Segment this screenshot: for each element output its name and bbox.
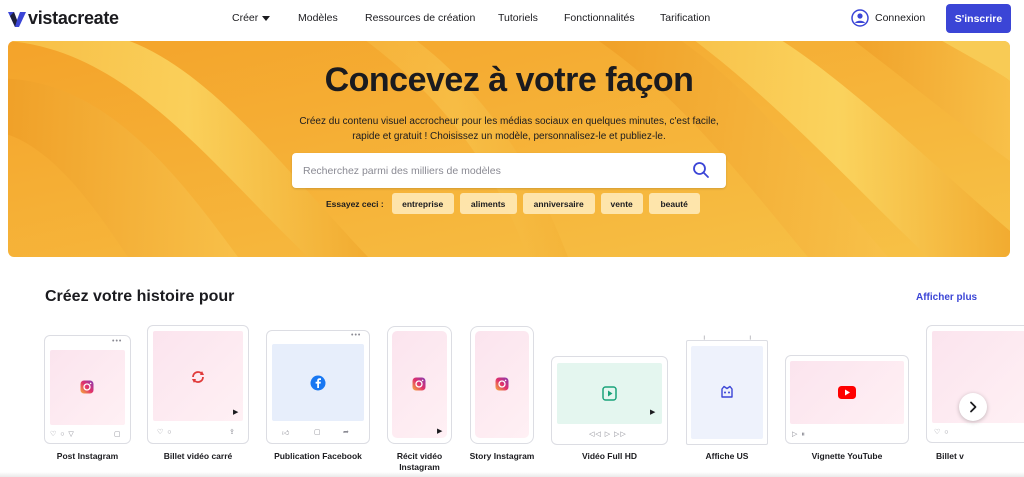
- menu-label: Tutoriels: [498, 12, 538, 24]
- menu-item-creer[interactable]: Créer: [232, 12, 298, 24]
- player-controls-icon: ▷ ⏸: [792, 431, 806, 438]
- suggestion-chip[interactable]: entreprise: [391, 193, 454, 214]
- suggestions: Essayez ceci : entreprise aliments anniv…: [326, 193, 706, 214]
- share-icon: ⇪: [229, 429, 236, 436]
- format-card-vignette-youtube[interactable]: ▷ ⏸ Vignette YouTube: [785, 355, 909, 465]
- hero-title: Concevez à votre façon: [324, 61, 694, 99]
- card-label: Billet vidéo carré: [163, 451, 233, 461]
- login-link[interactable]: Connexion: [851, 9, 925, 27]
- logo-icon: [8, 11, 26, 27]
- user-icon: [851, 9, 869, 27]
- search-button[interactable]: [692, 161, 710, 184]
- suggestion-chip[interactable]: vente: [600, 193, 643, 214]
- chevron-down-icon: [262, 15, 271, 21]
- suggestion-chip[interactable]: aliments: [459, 193, 517, 214]
- refresh-icon: [192, 371, 204, 383]
- card-label: Publication Facebook: [274, 451, 362, 461]
- menu-label: Fonctionnalités: [564, 12, 635, 24]
- format-card-billet-video-carre[interactable]: ▶ ♡ ○ ⇪ Billet vidéo carré: [147, 325, 249, 461]
- play-icon: ▶: [233, 409, 240, 416]
- top-navigation: vistacreate Créer Modèles Ressources de …: [0, 0, 1024, 38]
- menu-label: Créer: [232, 12, 259, 24]
- bottom-shadow: [0, 472, 1024, 477]
- menu-item-fonctionnalites[interactable]: Fonctionnalités: [564, 12, 660, 24]
- section-title: Créez votre histoire pour: [45, 288, 235, 305]
- pin-icon: ╷: [748, 333, 754, 340]
- format-card-affiche-us[interactable]: ╷ ╷ Affiche US: [686, 333, 768, 465]
- suggestion-chip[interactable]: anniversaire: [522, 193, 595, 214]
- menu-item-modeles[interactable]: Modèles: [298, 12, 365, 24]
- like-icon: 👍︎: [282, 430, 291, 437]
- play-icon: ▶: [437, 428, 444, 435]
- logo-text: vistacreate: [28, 8, 119, 28]
- suggestions-label: Essayez ceci :: [326, 198, 384, 209]
- card-label: Post Instagram: [56, 451, 119, 461]
- suggestion-chip[interactable]: beauté: [648, 193, 700, 214]
- instagram-icon: [412, 377, 426, 391]
- card-label: Billet v: [936, 451, 964, 461]
- menu-label: Modèles: [298, 12, 338, 24]
- comment-icon: ▢: [314, 429, 322, 436]
- format-card-publication-facebook[interactable]: ••• 👍︎ ▢ ➦ Publication Facebook: [266, 330, 370, 461]
- signup-button[interactable]: S'inscrire: [946, 4, 1011, 33]
- instagram-icon: [495, 377, 509, 391]
- menu-label: Tarification: [660, 12, 711, 24]
- format-card-story-instagram[interactable]: Story Instagram: [470, 326, 534, 466]
- menu-label: Ressources de création: [365, 12, 476, 24]
- search-icon: [693, 162, 709, 178]
- format-card-video-full-hd[interactable]: ▶ ◁◁ ▷ ▷▷ Vidéo Full HD: [551, 356, 668, 466]
- search-input[interactable]: [303, 164, 683, 177]
- hero-banner: Concevez à votre façon Créez du contenu …: [8, 41, 1010, 257]
- video-play-icon: [602, 386, 617, 401]
- poster-icon: [721, 385, 733, 398]
- show-more-link[interactable]: Afficher plus: [916, 292, 977, 303]
- hero-subtitle: Créez du contenu visuel accrocheur pour …: [278, 114, 740, 144]
- card-label: Affiche US: [705, 451, 749, 461]
- menu-item-tarification[interactable]: Tarification: [660, 12, 710, 24]
- menu-item-ressources[interactable]: Ressources de création: [365, 12, 498, 24]
- card-label: Vignette YouTube: [811, 451, 883, 461]
- vistacreate-logo[interactable]: vistacreate: [8, 8, 119, 29]
- carousel-next-button[interactable]: [959, 393, 987, 421]
- playback-controls-icon: ◁◁ ▷ ▷▷: [589, 431, 627, 438]
- more-icon: •••: [112, 338, 123, 345]
- menu-item-tutoriels[interactable]: Tutoriels: [498, 12, 564, 24]
- share-icon: ➦: [343, 429, 350, 436]
- search-bar: [292, 153, 726, 188]
- social-actions-icon: ♡ ○: [157, 429, 173, 436]
- format-card-recit-video-instagram[interactable]: ▶ Récit vidéo Instagram: [387, 326, 452, 476]
- card-label-line: Récit vidéo: [396, 451, 443, 461]
- pin-icon: ╷: [702, 333, 708, 340]
- login-label: Connexion: [875, 12, 926, 24]
- card-label: Vidéo Full HD: [581, 451, 638, 461]
- card-label: Récit vidéo Instagram: [372, 451, 467, 473]
- social-actions-icon: ♡ ○ ▽: [50, 431, 75, 438]
- social-actions-icon: ♡ ○: [934, 429, 950, 436]
- more-icon: •••: [351, 332, 362, 339]
- hero-subtitle-line: rapide et gratuit ! Choisissez un modèle…: [352, 131, 666, 142]
- instagram-icon: [80, 380, 94, 394]
- chevron-right-icon: [970, 401, 977, 413]
- bookmark-icon: ▢: [114, 431, 122, 438]
- main-menu: Créer Modèles Ressources de création Tut…: [232, 12, 710, 24]
- play-icon: ▶: [650, 409, 657, 416]
- hero-subtitle-line: Créez du contenu visuel accrocheur pour …: [299, 116, 719, 127]
- format-card-post-instagram[interactable]: ••• ♡ ○ ▽ ▢ Post Instagram: [44, 335, 131, 461]
- facebook-icon: [310, 375, 326, 391]
- youtube-icon: [838, 386, 856, 399]
- card-label: Story Instagram: [469, 451, 535, 461]
